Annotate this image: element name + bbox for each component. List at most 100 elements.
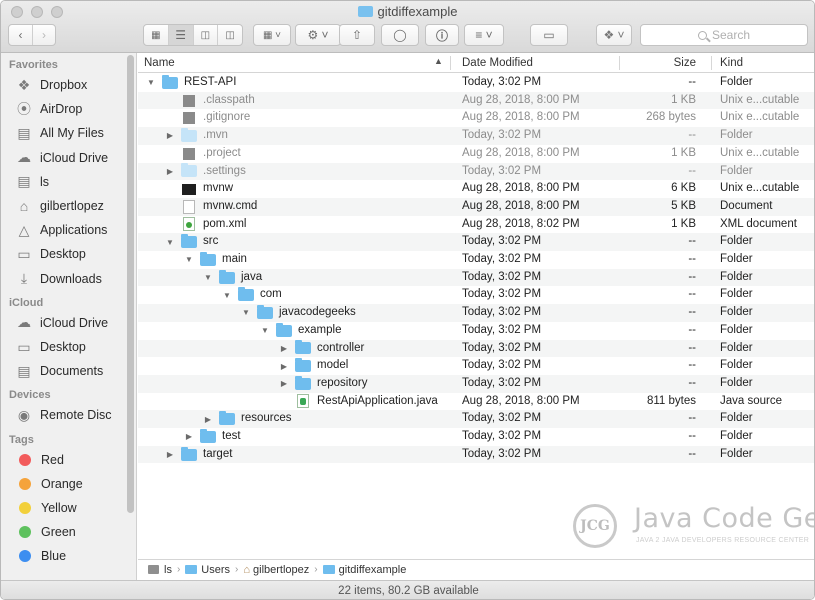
search-field[interactable]: Search (640, 24, 808, 46)
sidebar-item-applications[interactable]: △ Applications (15, 219, 108, 241)
file-kind: Folder (720, 164, 753, 177)
disclosure-closed-icon[interactable]: ▶ (165, 131, 175, 140)
disclosure-open-icon[interactable]: ▼ (260, 326, 270, 335)
sidebar-item-all-my-files[interactable]: ▤ All My Files (15, 122, 104, 144)
disclosure-closed-icon[interactable]: ▶ (279, 362, 289, 371)
disclosure-open-icon[interactable]: ▼ (241, 308, 251, 317)
disclosure-closed-icon[interactable]: ▶ (203, 415, 213, 424)
disclosure-closed-icon[interactable]: ▶ (279, 379, 289, 388)
file-row[interactable]: ▶ target Today, 3:02 PM -- Folder (138, 445, 814, 464)
sidebar-item-airdrop[interactable]: ⦿ AirDrop (15, 98, 82, 120)
file-row[interactable]: ▼ main Today, 3:02 PM -- Folder (138, 251, 814, 269)
disclosure-open-icon[interactable]: ▼ (165, 238, 175, 247)
file-date-modified: Aug 28, 2018, 8:00 PM (462, 199, 580, 212)
disclosure-open-icon[interactable]: ▼ (146, 78, 156, 87)
icon-view-button[interactable]: ▦ (144, 25, 169, 45)
file-row[interactable]: ▶ .settings Today, 3:02 PM -- Folder (138, 162, 814, 181)
path-item[interactable]: gitdiffexample (322, 563, 407, 576)
path-item[interactable]: Users (185, 564, 230, 576)
sidebar-item-blue[interactable]: Blue (15, 545, 66, 567)
file-row[interactable]: ▶ test Today, 3:02 PM -- Folder (138, 428, 814, 446)
column-divider[interactable] (711, 56, 712, 70)
arrange-button[interactable]: ▦ ˅ (253, 24, 291, 46)
file-name-cell: .gitignore (165, 109, 250, 127)
column-header-date[interactable]: Date Modified (456, 53, 616, 73)
document-icon: ▤ (17, 173, 31, 190)
title-bar: gitdiffexample ‹ › ▦ ☰ ◫ ◫ ▦ ˅ ⚙ ˅ ⇧ ◯ ⓘ… (1, 1, 814, 53)
disclosure-closed-icon[interactable]: ▶ (279, 344, 289, 353)
file-row[interactable]: RestApiApplication.java Aug 28, 2018, 8:0… (138, 393, 814, 411)
file-row[interactable]: mvnw.cmd Aug 28, 2018, 8:00 PM 5 KB Documen… (138, 197, 814, 216)
sidebar-item-label: Yellow (41, 501, 77, 515)
watermark-tagline: JAVA 2 JAVA DEVELOPERS RESOURCE CENTER (636, 537, 810, 544)
disclosure-open-icon[interactable]: ▼ (222, 291, 232, 300)
view-switcher: ▦ ☰ ◫ ◫ (143, 24, 243, 46)
forward-button[interactable]: › (33, 25, 55, 45)
sidebar-item-downloads[interactable]: ⤓ Downloads (15, 268, 102, 290)
file-date-modified: Today, 3:02 PM (462, 306, 542, 319)
column-kind-label: Kind (720, 57, 744, 69)
file-row[interactable]: .classpath Aug 28, 2018, 8:00 PM 1 KB Unix … (138, 91, 814, 110)
disclosure-open-icon[interactable]: ▼ (184, 255, 194, 264)
path-item-label: gitdiffexample (338, 563, 407, 576)
file-row[interactable]: .gitignore Aug 28, 2018, 8:00 PM 268 bytes… (138, 109, 814, 127)
file-row[interactable]: .project Aug 28, 2018, 8:00 PM 1 KB Unix e.… (138, 145, 814, 163)
sidebar-item-yellow[interactable]: Yellow (15, 497, 77, 519)
sidebar-item-orange[interactable]: Orange (15, 473, 83, 495)
disclosure-closed-icon[interactable]: ▶ (165, 450, 175, 459)
tags-button[interactable]: ◯ (381, 24, 419, 46)
column-view-button[interactable]: ◫ (194, 25, 219, 45)
file-row[interactable]: pom.xml Aug 28, 2018, 8:02 PM 1 KB XML docu… (138, 216, 814, 234)
folder-icon (257, 304, 273, 319)
sidebar-item-remote-disc[interactable]: ◉ Remote Disc (15, 404, 112, 426)
sidebar-item-dropbox[interactable]: ❖ Dropbox (15, 74, 88, 96)
column-header-name[interactable]: Name (138, 53, 450, 73)
column-divider[interactable] (450, 56, 451, 70)
path-item[interactable]: ls (148, 564, 172, 576)
file-name: resources (241, 412, 292, 425)
sidebar-item-desktop[interactable]: ▭ Desktop (15, 336, 85, 358)
sidebar-item-red[interactable]: Red (15, 449, 64, 471)
share-button[interactable]: ⇧ (339, 24, 375, 46)
sidebar-item-ls[interactable]: ▤ ls (15, 171, 49, 193)
file-row[interactable]: mvnw Aug 28, 2018, 8:00 PM 6 KB Unix e...cu… (138, 180, 814, 198)
path-separator-icon: › (176, 564, 181, 575)
file-kind: Unix e...cutable (720, 111, 800, 124)
file-row[interactable]: ▼ java Today, 3:02 PM -- Folder (138, 268, 814, 287)
file-row[interactable]: ▶ controller Today, 3:02 PM -- Folder (138, 339, 814, 358)
cover-flow-button[interactable]: ◫ (218, 25, 242, 45)
quick-look-button[interactable]: ≡ ˅ (464, 24, 504, 46)
sidebar-item-desktop[interactable]: ▭ Desktop (15, 243, 85, 265)
file-row[interactable]: ▼ REST-API Today, 3:02 PM -- Folder (138, 74, 814, 92)
file-row[interactable]: ▶ resources Today, 3:02 PM -- Folder (138, 410, 814, 428)
file-row[interactable]: ▶ .mvn Today, 3:02 PM -- Folder (138, 127, 814, 145)
file-row[interactable]: ▼ javacodegeeks Today, 3:02 PM -- Folder (138, 304, 814, 322)
sidebar-item-icloud-drive[interactable]: ☁ iCloud Drive (15, 147, 108, 169)
sidebar-item-gilbertlopez[interactable]: ⌂ gilbertlopez (15, 195, 104, 217)
back-button[interactable]: ‹ (9, 25, 33, 45)
path-item[interactable]: ⌂ gilbertlopez (243, 564, 309, 576)
file-row[interactable]: ▼ src Today, 3:02 PM -- Folder (138, 233, 814, 251)
file-row[interactable]: ▶ repository Today, 3:02 PM -- Folder (138, 374, 814, 393)
disclosure-closed-icon[interactable]: ▶ (165, 167, 175, 176)
sidebar-scrollbar[interactable] (127, 55, 134, 513)
disclosure-open-icon[interactable]: ▼ (203, 273, 213, 282)
file-row[interactable]: ▼ example Today, 3:02 PM -- Folder (138, 322, 814, 340)
sidebar-item-icloud-drive[interactable]: ☁ iCloud Drive (15, 312, 108, 334)
file-row[interactable]: ▶ model Today, 3:02 PM -- Folder (138, 357, 814, 375)
folder-icon (219, 411, 235, 426)
file-kind: Folder (720, 447, 753, 460)
disclosure-closed-icon[interactable]: ▶ (184, 432, 194, 441)
watermark-title: Java Code Geeks (634, 503, 814, 534)
dropbox-button[interactable]: ❖ ˅ (596, 24, 632, 46)
new-folder-button[interactable]: ▭ (530, 24, 568, 46)
column-header-kind[interactable]: Kind (714, 53, 814, 73)
list-view-button[interactable]: ☰ (168, 25, 194, 45)
sidebar-item-documents[interactable]: ▤ Documents (15, 360, 103, 382)
action-button[interactable]: ⚙ ˅ (295, 24, 341, 46)
file-row[interactable]: ▼ com Today, 3:02 PM -- Folder (138, 286, 814, 304)
columns-icon: ◫ (200, 29, 211, 41)
column-header-size[interactable]: Size (620, 53, 702, 73)
get-info-button[interactable]: ⓘ (425, 24, 459, 46)
sidebar-item-green[interactable]: Green (15, 521, 76, 543)
